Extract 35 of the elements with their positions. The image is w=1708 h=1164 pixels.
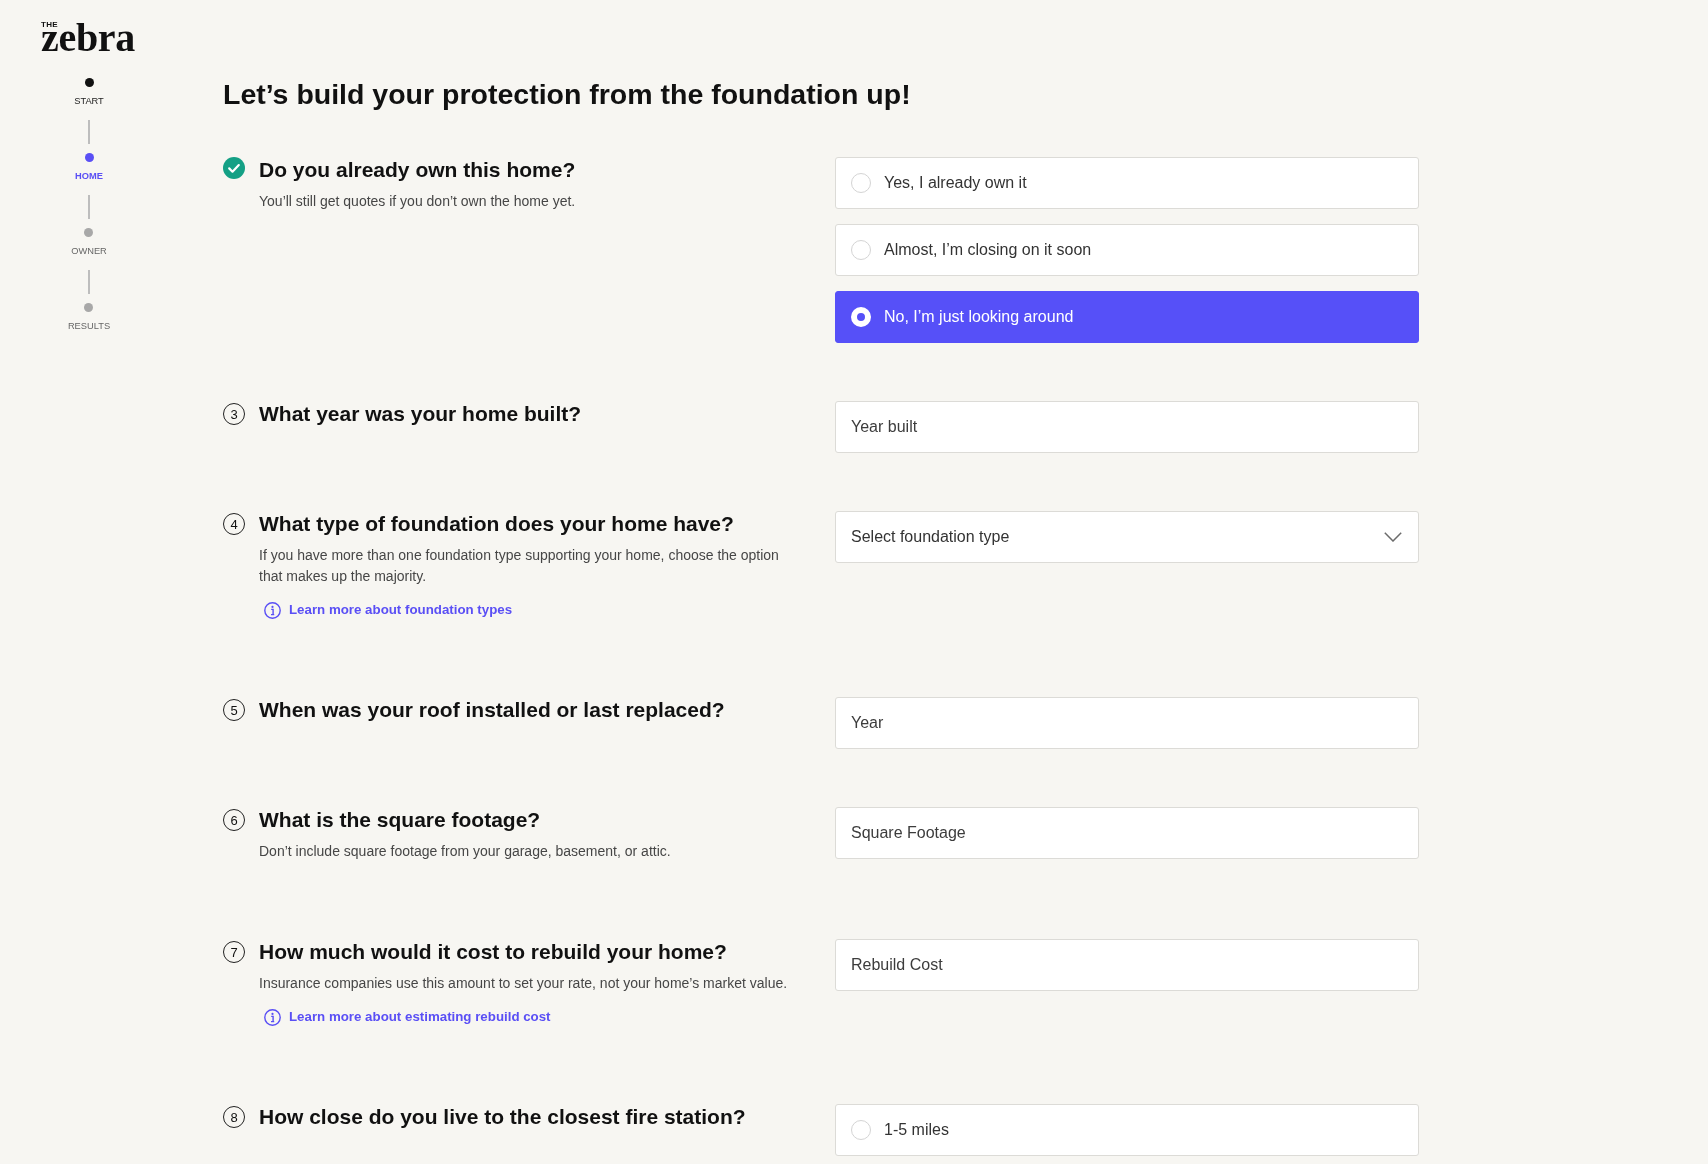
info-icon (264, 1008, 281, 1026)
question-title: What type of foundation does your home have? (259, 511, 734, 537)
text-input[interactable]: Year (835, 697, 1419, 749)
chevron-down-icon (1384, 532, 1402, 542)
question-description: Insurance companies use this amount to set your rate, not your home’s market value. (259, 974, 788, 993)
text-input[interactable]: Year built (835, 401, 1419, 453)
radio-icon (851, 173, 871, 193)
select-dropdown[interactable]: Select foundation type (835, 511, 1419, 563)
step-label: HOME (75, 170, 103, 183)
learn-more-link[interactable]: Learn more about foundation types (289, 600, 513, 620)
step-label: START (74, 95, 104, 108)
question-title: How close do you live to the closest fire station? (259, 1104, 746, 1130)
page-heading: Let’s build your protection from the foundation up! (223, 77, 911, 111)
question-title: What is the square footage? (259, 807, 541, 833)
step-label: RESULTS (67, 320, 111, 333)
answer-option[interactable]: Yes, I already own it (835, 157, 1419, 209)
radio-icon (851, 1120, 871, 1140)
radio-icon (851, 307, 871, 327)
text-input[interactable]: Rebuild Cost (835, 939, 1419, 991)
answer-option[interactable]: Almost, I’m closing on it soon (835, 224, 1419, 276)
answer-option[interactable]: No, I’m just looking around (835, 291, 1419, 343)
question-title: Do you already own this home? (259, 157, 576, 183)
step-label: OWNER (71, 245, 107, 258)
brand-logo[interactable]: THEzebra (41, 21, 135, 51)
learn-more-link[interactable]: Learn more about estimating rebuild cost (289, 1007, 551, 1027)
question-description: If you have more than one foundation type supporting your home, choose the option that makes up the majority. (259, 546, 780, 586)
question-title: What year was your home built? (259, 401, 582, 427)
question-description: Don’t include square footage from your garage, basement, or attic. (259, 842, 671, 861)
question-description: You’ll still get quotes if you don’t own the home yet. (259, 192, 576, 211)
question-title: When was your roof installed or last replaced? (259, 697, 725, 723)
answer-option[interactable]: 1-5 miles (835, 1104, 1419, 1156)
info-icon (264, 601, 281, 619)
radio-icon (851, 240, 871, 260)
text-input[interactable]: Square Footage (835, 807, 1419, 859)
question-title: How much would it cost to rebuild your home? (259, 939, 727, 965)
